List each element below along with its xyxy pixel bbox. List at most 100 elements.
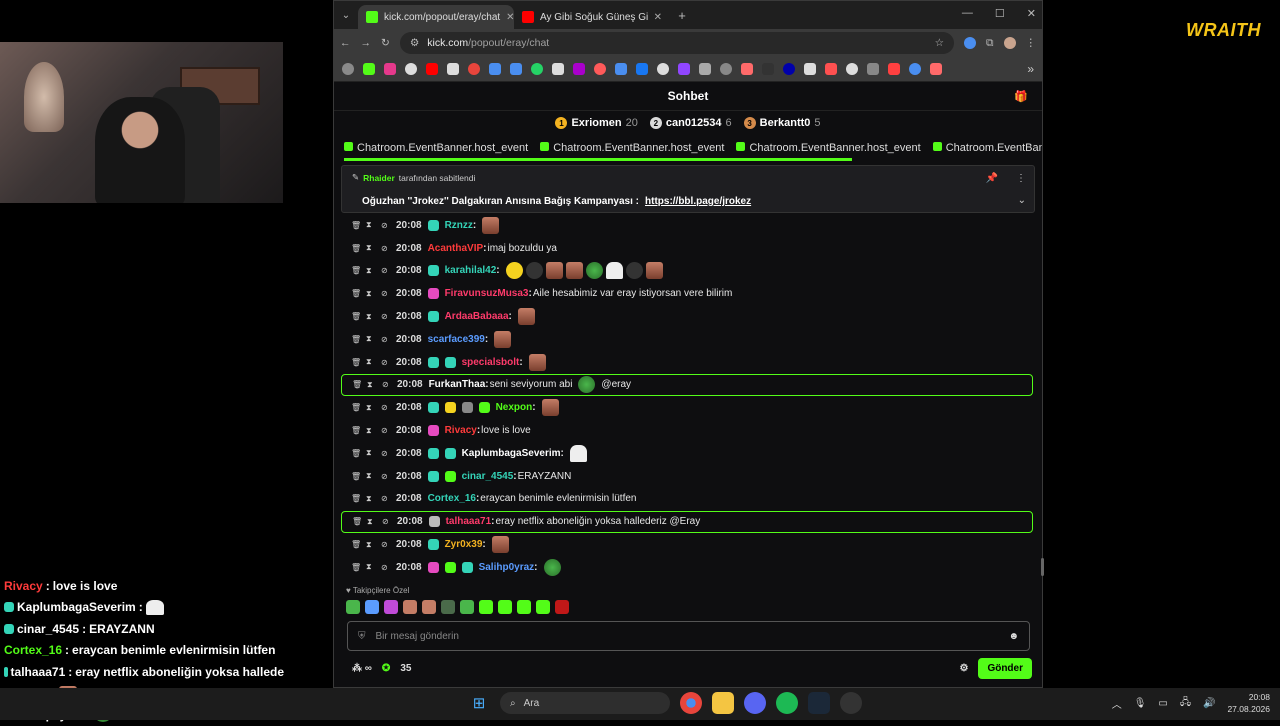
delete-message-icon[interactable]: 🗑 <box>351 540 361 549</box>
timeout-hourglass-icon[interactable]: ⧗ <box>366 426 375 436</box>
gift-icon[interactable]: 🎁 <box>1014 90 1028 103</box>
quick-emote[interactable] <box>403 600 417 614</box>
pinned-link[interactable]: https://bbl.page/jrokez <box>645 196 751 207</box>
message-username[interactable]: Cortex_16 <box>428 493 476 504</box>
bookmark-icon[interactable] <box>762 63 774 75</box>
bookmark-icon[interactable] <box>825 63 837 75</box>
quick-emote[interactable] <box>536 600 550 614</box>
delete-message-icon[interactable]: 🗑 <box>351 472 361 481</box>
bookmark-icon[interactable] <box>720 63 732 75</box>
obs-icon[interactable] <box>840 692 862 714</box>
message-username[interactable]: AcanthaVIP <box>428 243 484 254</box>
delete-message-icon[interactable]: 🗑 <box>351 563 361 572</box>
url-field[interactable]: ⚙ kick.com /popout/eray/chat ☆ <box>399 32 954 54</box>
bookmark-icon[interactable] <box>384 63 396 75</box>
network-icon[interactable]: 🖧 <box>1180 695 1191 712</box>
taskbar-clock[interactable]: 20:08 27.08.2026 <box>1227 691 1270 715</box>
message-username[interactable]: Rznzz <box>445 220 473 231</box>
timeout-hourglass-icon[interactable]: ⧗ <box>366 334 375 344</box>
back-arrow-icon[interactable]: ← <box>340 37 351 49</box>
delete-message-icon[interactable]: 🗑 <box>351 426 361 435</box>
ban-icon[interactable]: ⊘ <box>381 266 390 275</box>
timeout-hourglass-icon[interactable]: ⧗ <box>366 403 375 413</box>
puzzle-extensions-icon[interactable]: ⧉ <box>986 37 994 50</box>
message-username[interactable]: Salihp0yraz <box>479 562 535 573</box>
bookmark-icon[interactable] <box>510 63 522 75</box>
message-username[interactable]: FurkanThaa <box>429 379 486 390</box>
delete-message-icon[interactable]: 🗑 <box>352 380 362 389</box>
timeout-hourglass-icon[interactable]: ⧗ <box>366 471 375 481</box>
delete-message-icon[interactable]: 🗑 <box>351 403 361 412</box>
volume-icon[interactable]: 🔊 <box>1203 698 1215 709</box>
quick-emote[interactable] <box>346 600 360 614</box>
extension-icon[interactable] <box>964 37 976 49</box>
quick-emote[interactable] <box>384 600 398 614</box>
bookmark-icon[interactable] <box>678 63 690 75</box>
bookmark-icon[interactable] <box>930 63 942 75</box>
forward-arrow-icon[interactable]: → <box>361 37 372 49</box>
ban-icon[interactable]: ⊘ <box>381 312 390 321</box>
quick-emote[interactable] <box>365 600 379 614</box>
quick-emote[interactable] <box>441 600 455 614</box>
minimize-icon[interactable]: — <box>962 7 973 20</box>
tab-kick-chat[interactable]: kick.com/popout/eray/chat ✕ <box>358 5 514 29</box>
delete-message-icon[interactable]: 🗑 <box>352 517 362 526</box>
bookmark-icon[interactable] <box>342 63 354 75</box>
close-window-icon[interactable]: ✕ <box>1027 7 1036 20</box>
delete-message-icon[interactable]: 🗑 <box>351 449 361 458</box>
message-username[interactable]: scarface399 <box>428 334 485 345</box>
new-tab-plus-icon[interactable]: + <box>670 8 694 23</box>
ban-icon[interactable]: ⊘ <box>381 403 390 412</box>
ban-icon[interactable]: ⊘ <box>381 221 390 230</box>
ban-icon[interactable]: ⊘ <box>381 426 390 435</box>
taskbar-search[interactable]: ⌕ Ara <box>500 692 670 714</box>
timeout-hourglass-icon[interactable]: ⧗ <box>366 448 375 458</box>
bookmark-icon[interactable] <box>888 63 900 75</box>
timeout-hourglass-icon[interactable]: ⧗ <box>366 266 375 276</box>
discord-icon[interactable] <box>744 692 766 714</box>
timeout-hourglass-icon[interactable]: ⧗ <box>367 517 376 527</box>
event-banner-item[interactable]: Chatroom.EventBanner.host_event <box>344 142 528 154</box>
bookmark-icon[interactable] <box>699 63 711 75</box>
bookmark-icon[interactable] <box>552 63 564 75</box>
tab-list-chevron-icon[interactable]: ⌄ <box>334 10 358 21</box>
delete-message-icon[interactable]: 🗑 <box>351 289 361 298</box>
bookmark-icon[interactable] <box>363 63 375 75</box>
event-banner-item[interactable]: Chatroom.EventBanner.host_event <box>540 142 724 154</box>
profile-avatar-icon[interactable] <box>1003 37 1016 49</box>
emoji-picker-icon[interactable]: ☻ <box>1008 631 1019 642</box>
scrollbar-thumb[interactable] <box>1041 558 1044 576</box>
timeout-hourglass-icon[interactable]: ⧗ <box>366 312 375 322</box>
bookmark-star-icon[interactable]: ☆ <box>935 37 944 49</box>
chat-input[interactable]: ⛨ Bir mesaj gönderin ☻ <box>347 621 1030 651</box>
more-bookmarks-chevron-icon[interactable]: » <box>1027 62 1034 76</box>
microphone-icon[interactable]: 🎙 <box>1134 698 1147 709</box>
ban-icon[interactable]: ⊘ <box>381 540 390 549</box>
leaderboard-entry[interactable]: 1 Exriomen 20 <box>555 117 638 129</box>
send-button[interactable]: Gönder <box>978 657 1032 679</box>
delete-message-icon[interactable]: 🗑 <box>351 335 361 344</box>
windows-start-icon[interactable]: ⊞ <box>468 692 490 714</box>
bookmark-icon[interactable] <box>426 63 438 75</box>
ban-icon[interactable]: ⊘ <box>381 335 390 344</box>
chat-settings-gear-icon[interactable]: ⚙ <box>959 663 968 674</box>
message-username[interactable]: FiravunsuzMusa3 <box>445 288 529 299</box>
bookmark-icon[interactable] <box>909 63 921 75</box>
display-icon[interactable]: ▭ <box>1158 698 1167 709</box>
message-username[interactable]: Nexpon <box>496 402 533 413</box>
quick-emote[interactable] <box>555 600 569 614</box>
quick-emote[interactable] <box>498 600 512 614</box>
chrome-icon[interactable] <box>680 692 702 714</box>
quick-emote[interactable] <box>422 600 436 614</box>
message-username[interactable]: Rivacy <box>445 425 477 436</box>
delete-message-icon[interactable]: 🗑 <box>351 266 361 275</box>
timeout-hourglass-icon[interactable]: ⧗ <box>366 540 375 550</box>
ban-icon[interactable]: ⊘ <box>381 563 390 572</box>
quick-emote[interactable] <box>460 600 474 614</box>
ban-icon[interactable]: ⊘ <box>381 472 390 481</box>
delete-message-icon[interactable]: 🗑 <box>351 221 361 230</box>
leaderboard-entry[interactable]: 3 Berkantt0 5 <box>743 117 821 129</box>
expand-chevron-icon[interactable]: ⌄ <box>1018 195 1026 206</box>
steam-icon[interactable] <box>808 692 830 714</box>
users-infinity-icon[interactable]: ⁂ ∞ <box>352 663 372 674</box>
